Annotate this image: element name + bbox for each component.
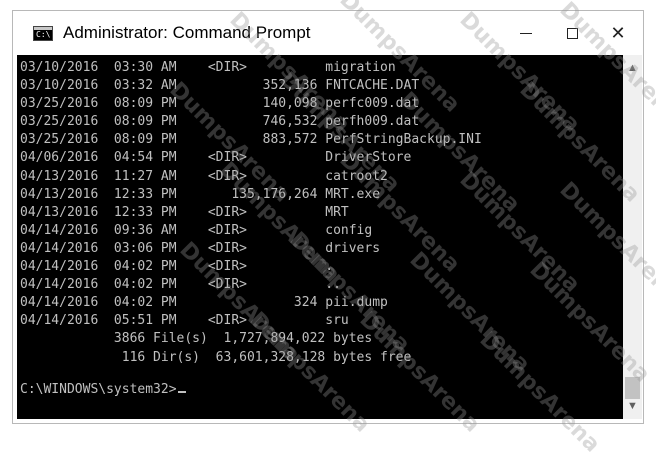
console-line: 03/10/2016 03:32 AM 352,136 FNTCACHE.DAT [20, 78, 420, 94]
console-lines: 03/10/2016 03:30 AM <DIR> migration 03/10… [20, 59, 482, 399]
console-line: 04/13/2016 12:33 PM 135,176,264 MRT.exe [20, 186, 381, 202]
console-line: 03/25/2016 08:09 PM 883,572 PerfStringBa… [20, 132, 482, 148]
window-title: Administrator: Command Prompt [63, 23, 311, 42]
console-line: 04/13/2016 12:33 PM <DIR> MRT [20, 204, 349, 220]
scroll-thumb[interactable] [625, 377, 640, 399]
scroll-up-arrow-icon[interactable]: ▲ [623, 59, 642, 77]
title-bar[interactable]: C:\ Administrator: Command Prompt ✕ [13, 11, 643, 55]
close-icon: ✕ [610, 22, 626, 43]
close-button[interactable]: ✕ [595, 11, 641, 55]
console-line: 04/14/2016 09:36 AM <DIR> config [20, 222, 373, 238]
console-line: 04/14/2016 04:02 PM <DIR> .. [20, 277, 341, 293]
command-prompt-line[interactable]: C:\WINDOWS\system32> [20, 381, 482, 399]
console-line: 03/10/2016 03:30 AM <DIR> migration [20, 60, 396, 75]
text-cursor [177, 390, 186, 393]
console-line: 04/14/2016 03:06 PM <DIR> drivers [20, 240, 381, 256]
minimize-button[interactable] [503, 11, 549, 55]
console-line: 3866 File(s) 1,727,894,022 bytes [20, 331, 373, 347]
console-line: 03/25/2016 08:09 PM 140,098 perfc009.dat [20, 96, 420, 112]
maximize-icon [566, 27, 578, 39]
console-line: 04/13/2016 11:27 AM <DIR> catroot2 [20, 168, 388, 184]
command-prompt-icon[interactable]: C:\ [33, 26, 53, 41]
minimize-icon [520, 32, 532, 34]
scroll-down-arrow-icon[interactable]: ▼ [623, 397, 642, 415]
console-line: 04/14/2016 04:02 PM <DIR> . [20, 259, 334, 275]
vertical-scrollbar[interactable]: ▲ ▼ [623, 55, 642, 419]
console-line: 116 Dir(s) 63,601,328,128 bytes free [20, 349, 412, 365]
maximize-button[interactable] [549, 11, 595, 55]
prompt-path: C:\WINDOWS\system32> [20, 381, 177, 397]
console-line: 04/14/2016 05:51 PM <DIR> sru [20, 313, 349, 329]
console-output[interactable]: 03/10/2016 03:30 AM <DIR> migration 03/10… [17, 55, 623, 419]
command-prompt-window: C:\ Administrator: Command Prompt ✕ 03/1… [12, 10, 644, 424]
console-line: 04/14/2016 04:02 PM 324 pii.dump [20, 295, 388, 311]
console-line: 03/25/2016 08:09 PM 746,532 perfh009.dat [20, 114, 420, 130]
console-line: 04/06/2016 04:54 PM <DIR> DriverStore [20, 150, 412, 166]
